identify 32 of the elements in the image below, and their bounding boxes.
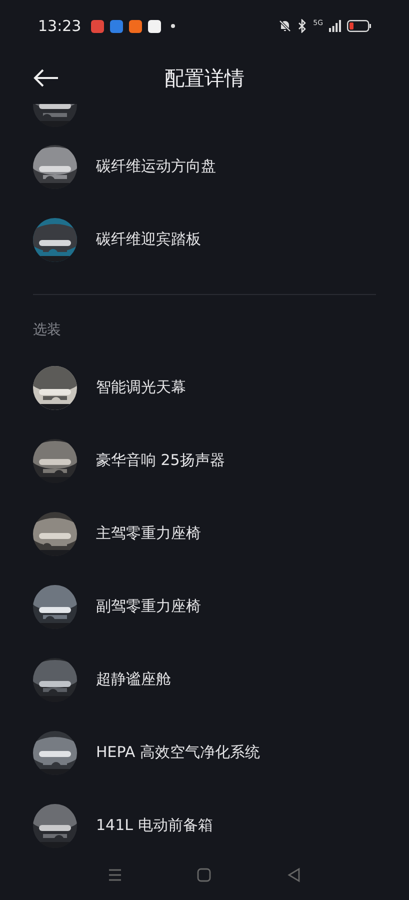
list-item[interactable]: HEPA 高效空气净化系统: [0, 716, 409, 789]
list-item[interactable]: 碳纤维运动方向盘: [0, 130, 409, 203]
item-label: 主驾零重力座椅: [96, 524, 201, 543]
list-item[interactable]: 智能调光天幕: [0, 351, 409, 424]
app-icon: [129, 20, 142, 32]
item-label: HEPA 高效空气净化系统: [96, 743, 260, 762]
item-label: 副驾零重力座椅: [96, 597, 201, 616]
list-item[interactable]: 副驾零重力座椅: [0, 570, 409, 643]
item-label: 智能调光天幕: [96, 378, 186, 397]
status-time: 13:23: [38, 17, 82, 35]
battery-icon: [347, 20, 371, 32]
app-icon: [148, 20, 162, 32]
app-icon: [110, 20, 124, 32]
item-label: 超静谧座舱: [96, 670, 171, 689]
muted-bell-icon: [278, 19, 292, 33]
home-icon[interactable]: [195, 866, 214, 884]
list-item[interactable]: 141L 电动前备箱: [0, 789, 409, 862]
notification-dot: [171, 24, 176, 28]
bluetooth-icon: [298, 19, 308, 33]
app-icon: [91, 20, 104, 32]
signal-icon: [329, 20, 341, 32]
list-item[interactable]: 超静谧座舱: [0, 643, 409, 716]
list-item[interactable]: 主驾零重力座椅: [0, 497, 409, 570]
list-item[interactable]: 碳纤维迎宾踏板: [0, 203, 409, 276]
item-label: 141L 电动前备箱: [96, 816, 213, 835]
section-title: 选装: [32, 321, 62, 340]
item-label: 碳纤维运动方向盘: [96, 157, 216, 176]
item-label: 豪华音响 25扬声器: [96, 451, 225, 470]
page-title: 配置详情: [164, 66, 244, 90]
item-label: 碳纤维迎宾踏板: [96, 230, 201, 249]
list-item[interactable]: 豪华音响 25扬声器: [0, 424, 409, 497]
back-arrow-icon[interactable]: [33, 68, 59, 88]
